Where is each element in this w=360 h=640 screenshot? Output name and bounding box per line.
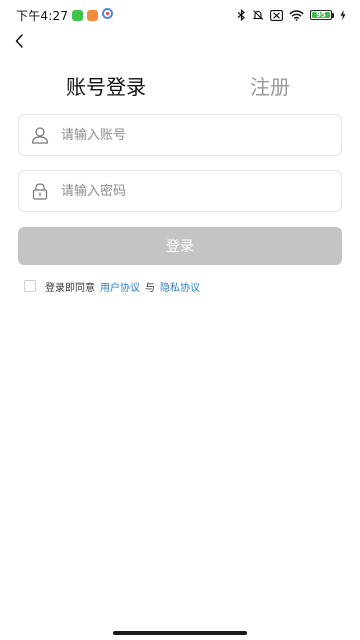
home-indicator[interactable]	[113, 631, 247, 635]
user-agreement-link[interactable]: 用户协议	[100, 279, 140, 294]
account-input[interactable]	[61, 115, 341, 155]
tab-register[interactable]: 注册	[250, 74, 290, 100]
password-input[interactable]	[61, 171, 341, 211]
wechat-app-icon	[72, 9, 84, 21]
battery-indicator: 95	[310, 10, 334, 20]
lock-icon	[29, 180, 51, 202]
back-button[interactable]	[10, 30, 32, 52]
password-field[interactable]	[18, 170, 342, 212]
shopping-app-icon	[87, 9, 99, 21]
browser-app-icon	[102, 8, 114, 22]
status-time: 下午4:27	[16, 8, 69, 23]
wifi-icon	[289, 9, 304, 21]
agreement-checkbox[interactable]	[24, 280, 36, 292]
agreement-row: 登录即同意 用户协议 与 隐私协议	[24, 279, 200, 294]
charging-icon	[340, 10, 346, 20]
bluetooth-icon	[237, 9, 246, 21]
no-sim-icon	[270, 9, 283, 21]
battery-icon: 95	[310, 10, 332, 20]
privacy-agreement-link[interactable]: 隐私协议	[160, 279, 200, 294]
mute-bell-icon	[252, 9, 264, 21]
login-button[interactable]: 登录	[18, 227, 342, 265]
chevron-left-icon	[15, 34, 23, 48]
login-screen: 下午4:27 95 账号登录 注册 请输入账号 登录 登录即同意 用户协议 与 …	[0, 0, 360, 640]
status-bar-left: 下午4:27	[16, 7, 114, 24]
agreement-conjunction: 与	[145, 282, 155, 294]
user-icon	[29, 124, 51, 146]
account-field[interactable]	[18, 114, 342, 156]
battery-level: 95	[316, 10, 326, 19]
tab-account-login[interactable]: 账号登录	[66, 74, 146, 100]
status-bar: 下午4:27 95	[0, 0, 360, 30]
status-bar-right: 95	[237, 9, 346, 21]
battery-cap	[332, 12, 334, 18]
agreement-prefix: 登录即同意	[45, 282, 95, 294]
